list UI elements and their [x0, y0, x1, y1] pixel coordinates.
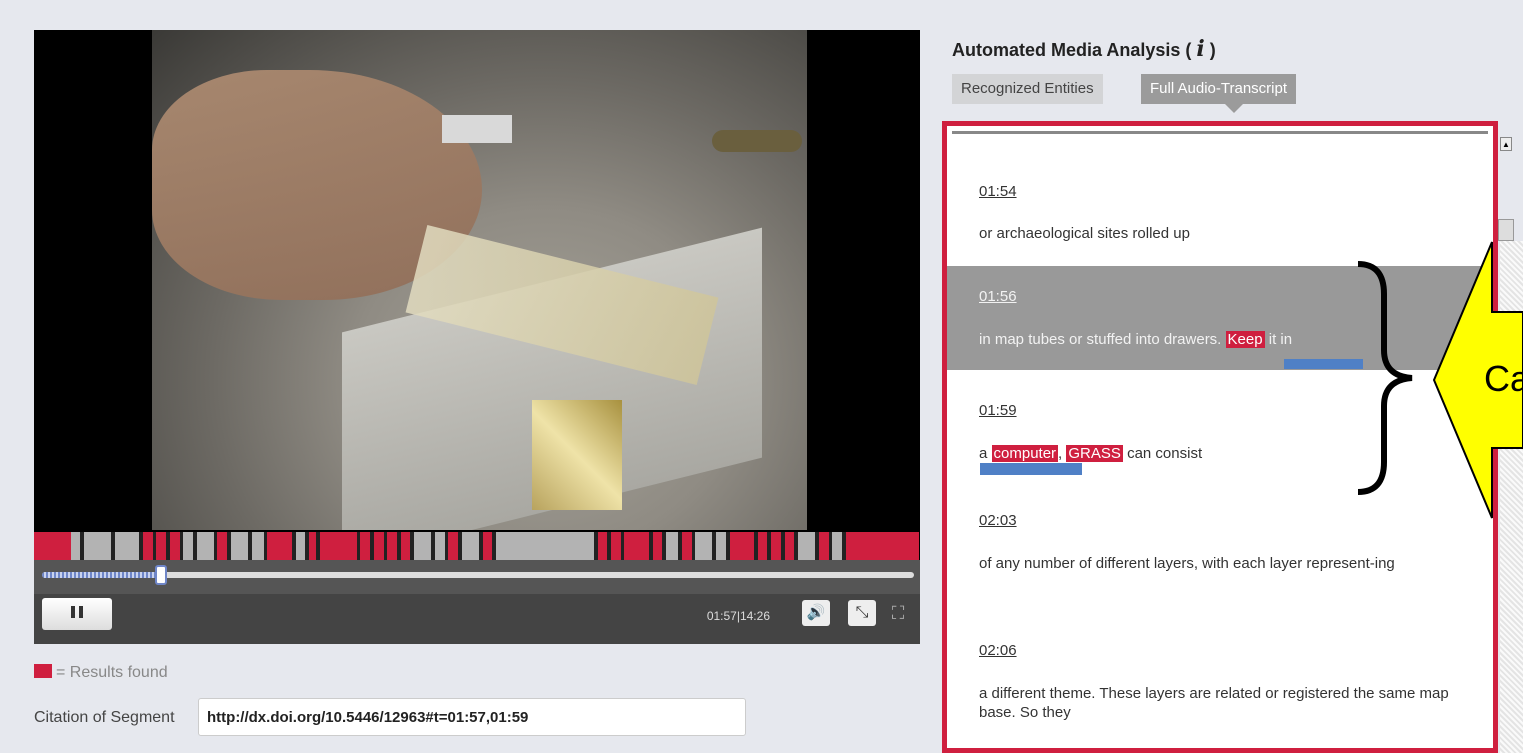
citation-label: Citation of Segment — [34, 709, 175, 726]
result-marker[interactable] — [360, 532, 371, 560]
pause-button[interactable] — [42, 598, 112, 630]
result-marker[interactable] — [169, 532, 180, 560]
segment-text-part: a — [979, 445, 992, 462]
result-marker[interactable] — [818, 532, 829, 560]
result-marker[interactable] — [309, 532, 317, 560]
tab-recognized-entities[interactable]: Recognized Entities — [952, 74, 1103, 104]
result-marker[interactable] — [400, 532, 411, 560]
keyword-underline — [980, 463, 1082, 475]
analysis-title-end: ) — [1209, 40, 1216, 60]
result-marker[interactable] — [652, 532, 663, 560]
result-marker[interactable] — [267, 532, 292, 560]
result-marker[interactable] — [771, 532, 781, 560]
transcript-top-rule — [952, 131, 1488, 134]
result-marker[interactable] — [217, 532, 228, 560]
result-marker[interactable] — [597, 532, 608, 560]
keyword-highlight[interactable]: GRASS — [1066, 445, 1123, 462]
info-icon[interactable]: i — [1196, 36, 1204, 62]
results-marker-bar[interactable] — [34, 532, 920, 560]
analysis-title-text: Automated Media Analysis ( — [952, 40, 1192, 60]
result-marker[interactable] — [482, 532, 493, 560]
result-marker[interactable] — [757, 532, 768, 560]
segment-time-link[interactable]: 02:06 — [979, 642, 1017, 659]
segment-text-part: in map tubes or stuffed into drawers. — [979, 331, 1226, 348]
result-marker[interactable] — [784, 532, 795, 560]
seek-bar[interactable] — [34, 560, 920, 594]
segment-marker[interactable] — [666, 532, 679, 560]
video-drawer-panel — [442, 115, 512, 143]
result-marker[interactable] — [320, 532, 357, 560]
keyword-highlight[interactable]: computer — [991, 445, 1059, 462]
keyword-highlight[interactable]: Keep — [1225, 331, 1265, 348]
result-marker[interactable] — [142, 532, 153, 560]
callout-arrow: Ca — [1432, 241, 1523, 519]
callout-text: Ca — [1484, 358, 1523, 399]
segment-marker[interactable] — [414, 532, 432, 560]
segment-marker[interactable] — [196, 532, 214, 560]
time-display: 01:57|14:26 — [706, 609, 770, 623]
segment-marker[interactable] — [434, 532, 445, 560]
segment-time-link[interactable]: 01:56 — [979, 288, 1017, 305]
results-swatch — [34, 664, 52, 678]
citation-field[interactable] — [198, 698, 746, 736]
result-marker[interactable] — [373, 532, 384, 560]
video-drawer-handle — [712, 130, 802, 152]
tab-pointer — [1225, 104, 1243, 113]
segment-text-part: can consist — [1122, 445, 1203, 462]
result-marker[interactable] — [611, 532, 621, 560]
scroll-up-arrow[interactable]: ▲ — [1500, 137, 1512, 151]
result-marker[interactable] — [448, 532, 459, 560]
result-marker[interactable] — [681, 532, 692, 560]
seek-track[interactable] — [42, 572, 914, 578]
segment-text: a different theme. These layers are rela… — [979, 685, 1449, 721]
analysis-title: Automated Media Analysis ( i ) — [952, 36, 1216, 62]
expand-icon[interactable]: ⤡ — [848, 600, 876, 626]
segment-marker[interactable] — [461, 532, 479, 560]
result-marker[interactable] — [387, 532, 398, 560]
segment-marker[interactable] — [716, 532, 726, 560]
segment-marker[interactable] — [84, 532, 112, 560]
segment-marker[interactable] — [295, 532, 306, 560]
transcript-segment[interactable]: 02:03 of any number of different layers,… — [947, 498, 1493, 598]
video-player[interactable]: 01:57|14:26 🔊 ⤡ ⛶ — [34, 30, 920, 644]
segment-marker[interactable] — [183, 532, 193, 560]
volume-icon[interactable]: 🔊 — [802, 600, 830, 626]
fullscreen-icon[interactable]: ⛶ — [884, 600, 912, 626]
result-marker[interactable] — [845, 532, 920, 560]
result-marker[interactable] — [156, 532, 167, 560]
result-marker[interactable] — [624, 532, 649, 560]
segment-marker[interactable] — [695, 532, 713, 560]
pause-icon — [69, 605, 85, 623]
curly-brace-annotation — [1357, 261, 1413, 495]
segment-marker[interactable] — [797, 532, 816, 560]
segment-marker[interactable] — [70, 532, 81, 560]
segment-marker[interactable] — [496, 532, 594, 560]
segment-text: of any number of different layers, with … — [979, 555, 1395, 572]
result-marker[interactable] — [729, 532, 755, 560]
transcript-segment[interactable]: 01:54 or archaeological sites rolled up — [947, 169, 1493, 249]
segment-time-link[interactable]: 01:59 — [979, 402, 1017, 419]
segment-marker[interactable] — [230, 532, 248, 560]
segment-text: or archaeological sites rolled up — [979, 225, 1190, 242]
scrollbar-thumb[interactable] — [1498, 219, 1514, 241]
results-legend: = Results found — [34, 664, 168, 682]
player-controls: 01:57|14:26 🔊 ⤡ ⛶ — [34, 594, 920, 644]
segment-marker[interactable] — [832, 532, 842, 560]
legend-label: = Results found — [56, 664, 168, 681]
segment-time-link[interactable]: 01:54 — [979, 183, 1017, 200]
tab-full-audio-transcript[interactable]: Full Audio-Transcript — [1141, 74, 1296, 104]
result-marker[interactable] — [34, 532, 71, 560]
segment-time-link[interactable]: 02:03 — [979, 512, 1017, 529]
segment-marker[interactable] — [251, 532, 264, 560]
transcript-segment[interactable]: 02:06 a different theme. These layers ar… — [947, 626, 1493, 736]
video-foil — [532, 400, 622, 510]
segment-text-part: it in — [1264, 331, 1293, 348]
video-frame[interactable] — [152, 30, 807, 530]
seek-handle[interactable] — [155, 565, 167, 585]
seek-progress — [42, 572, 161, 578]
segment-marker[interactable] — [114, 532, 140, 560]
